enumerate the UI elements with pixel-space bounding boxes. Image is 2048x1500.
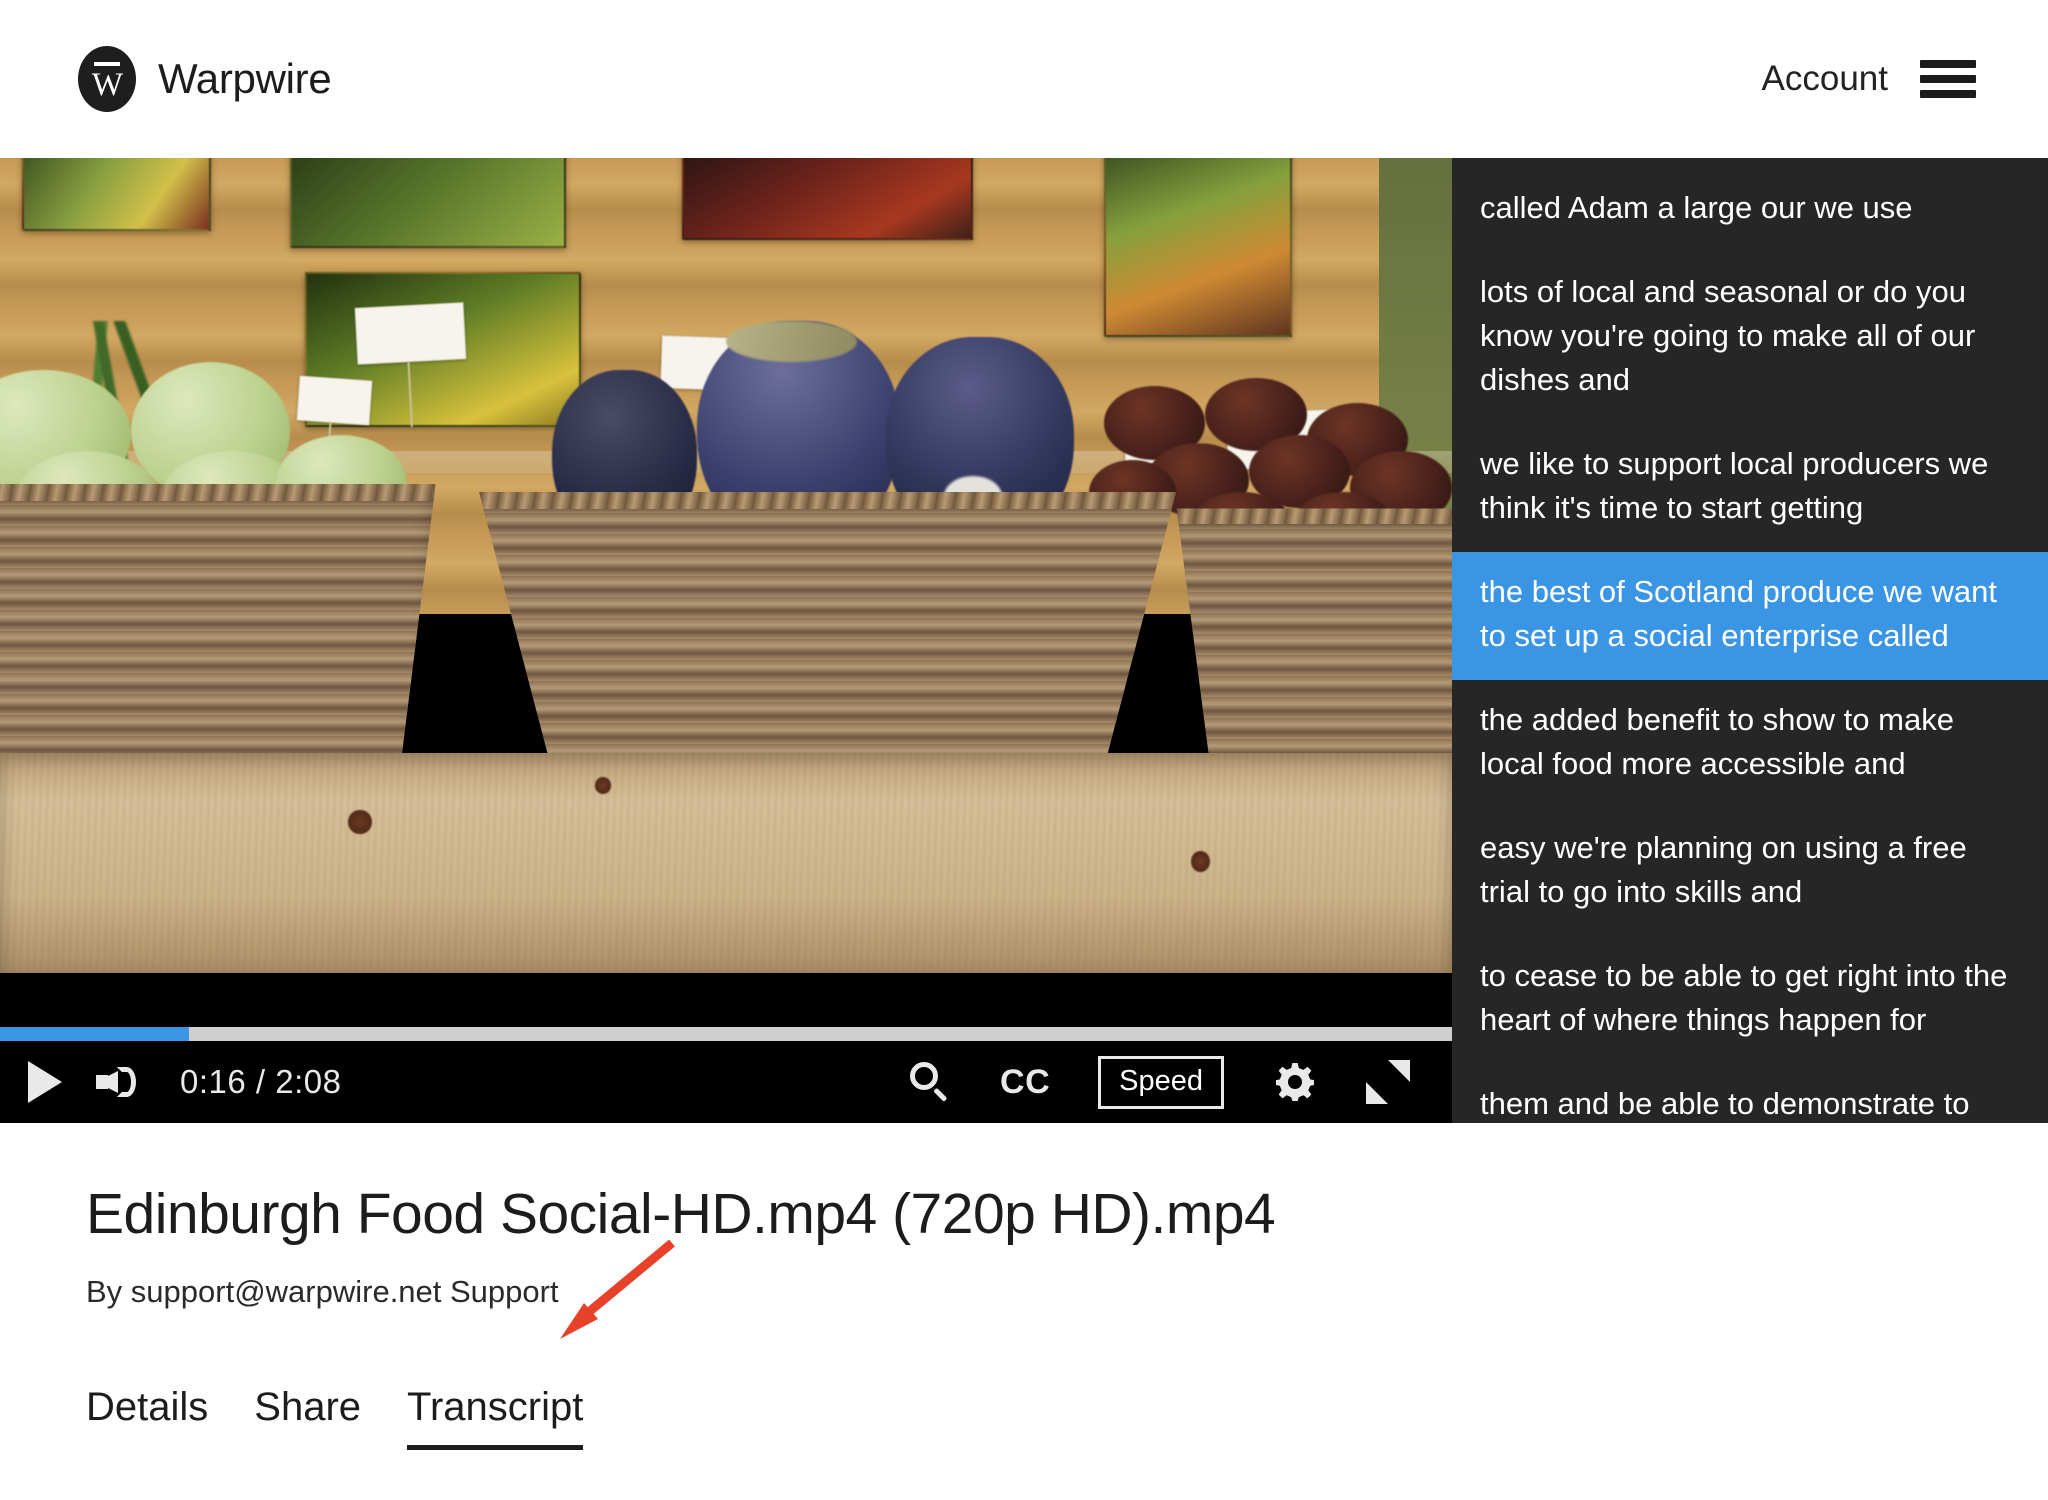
video-stage[interactable] <box>0 158 1452 973</box>
play-icon <box>28 1061 62 1103</box>
volume-icon <box>96 1060 142 1104</box>
transcript-cue[interactable]: we like to support local producers we th… <box>1452 424 2048 552</box>
fullscreen-button[interactable] <box>1366 1060 1410 1104</box>
page-title: Edinburgh Food Social-HD.mp4 (720p HD).m… <box>86 1182 1276 1246</box>
time-display: 0:16 / 2:08 <box>180 1063 342 1100</box>
brand-name: Warpwire <box>158 55 332 102</box>
transcript-panel[interactable]: called Adam a large our we use lots of l… <box>1452 158 2048 1123</box>
video-player: 0:16 / 2:08 CC Speed <box>0 158 1452 1123</box>
video-letterbox <box>0 973 1452 1027</box>
gear-icon <box>1272 1059 1318 1105</box>
transcript-cue[interactable]: them and be able to demonstrate to them … <box>1452 1064 2048 1123</box>
hamburger-bar-3 <box>1920 90 1976 98</box>
media-byline: By support@warpwire.net Support <box>86 1273 559 1309</box>
transcript-search-button[interactable] <box>908 1060 952 1104</box>
transcript-cue-active[interactable]: the best of Scotland produce we want to … <box>1452 552 2048 681</box>
media-info-section: Edinburgh Food Social-HD.mp4 (720p HD).m… <box>0 1123 2048 1450</box>
progress-bar[interactable] <box>0 1027 1452 1041</box>
warpwire-logo-icon: W <box>78 46 136 112</box>
tab-bar: Details Share Transcript <box>86 1385 2048 1450</box>
player-row: 0:16 / 2:08 CC Speed called Adam a large… <box>0 158 2048 1123</box>
transcript-cue[interactable]: the added benefit to show to make local … <box>1452 680 2048 808</box>
speed-button[interactable]: Speed <box>1098 1055 1224 1109</box>
header-actions: Account <box>1762 57 1976 101</box>
tab-transcript[interactable]: Transcript <box>407 1385 584 1450</box>
transcript-cue[interactable]: easy we're planning on using a free tria… <box>1452 808 2048 936</box>
tab-share[interactable]: Share <box>254 1385 361 1450</box>
captions-button[interactable]: CC <box>1000 1063 1050 1102</box>
transcript-cue[interactable] <box>1452 158 2048 168</box>
settings-button[interactable] <box>1272 1059 1318 1105</box>
account-button[interactable]: Account <box>1762 59 1888 99</box>
fullscreen-icon <box>1366 1060 1410 1104</box>
hamburger-bar-1 <box>1920 60 1976 68</box>
brand-logo[interactable]: W Warpwire <box>78 46 332 112</box>
transcript-cue[interactable]: lots of local and seasonal or do you kno… <box>1452 252 2048 424</box>
video-frame-image <box>0 158 1452 973</box>
player-controls: 0:16 / 2:08 CC Speed <box>0 1041 1452 1123</box>
tab-details[interactable]: Details <box>86 1385 208 1450</box>
logo-bar <box>94 62 120 66</box>
volume-button[interactable] <box>96 1060 142 1104</box>
play-button[interactable] <box>22 1061 62 1103</box>
logo-letter: W <box>91 66 123 103</box>
progress-fill <box>0 1027 189 1041</box>
transcript-cue[interactable]: called Adam a large our we use <box>1452 168 2048 252</box>
transcript-cue[interactable]: to cease to be able to get right into th… <box>1452 936 2048 1064</box>
hamburger-menu-icon[interactable] <box>1920 57 1976 101</box>
search-icon <box>908 1060 952 1104</box>
hamburger-bar-2 <box>1920 75 1976 83</box>
app-header: W Warpwire Account <box>0 0 2048 158</box>
